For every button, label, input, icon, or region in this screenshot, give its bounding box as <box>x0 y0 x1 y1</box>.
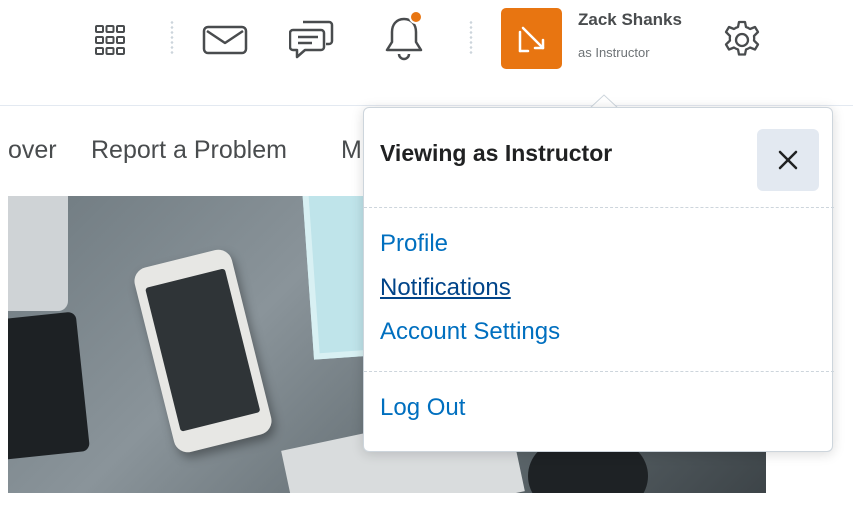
nav-item-more[interactable]: M <box>341 136 362 165</box>
user-role: as Instructor <box>578 45 650 60</box>
banner-tablet <box>8 311 91 461</box>
banner-phone <box>131 246 275 456</box>
top-navbar: Zack Shanks as Instructor <box>0 0 853 106</box>
notification-badge <box>409 10 423 24</box>
nav-item-discover[interactable]: over <box>8 136 57 165</box>
user-name[interactable]: Zack Shanks <box>578 10 682 30</box>
account-settings-link[interactable]: Account Settings <box>380 318 560 346</box>
waffle-icon[interactable] <box>88 18 132 62</box>
mail-icon[interactable] <box>200 18 250 62</box>
notifications-link[interactable]: Notifications <box>380 274 511 302</box>
divider <box>364 207 834 208</box>
divider <box>364 371 834 372</box>
log-out-link[interactable]: Log Out <box>380 394 465 422</box>
close-icon <box>778 150 798 170</box>
role-switch-icon[interactable] <box>501 8 562 69</box>
profile-link[interactable]: Profile <box>380 230 448 258</box>
gear-icon[interactable] <box>718 16 766 64</box>
separator <box>170 20 174 56</box>
user-menu-popover: Viewing as Instructor Profile Notificati… <box>363 107 834 452</box>
chat-icon[interactable] <box>287 14 337 62</box>
separator <box>469 20 473 56</box>
banner-laptop <box>8 196 68 311</box>
popover-title: Viewing as Instructor <box>380 140 613 166</box>
nav-item-report-a-problem[interactable]: Report a Problem <box>91 136 287 165</box>
bell-icon[interactable] <box>379 10 429 62</box>
close-button[interactable] <box>757 129 819 191</box>
